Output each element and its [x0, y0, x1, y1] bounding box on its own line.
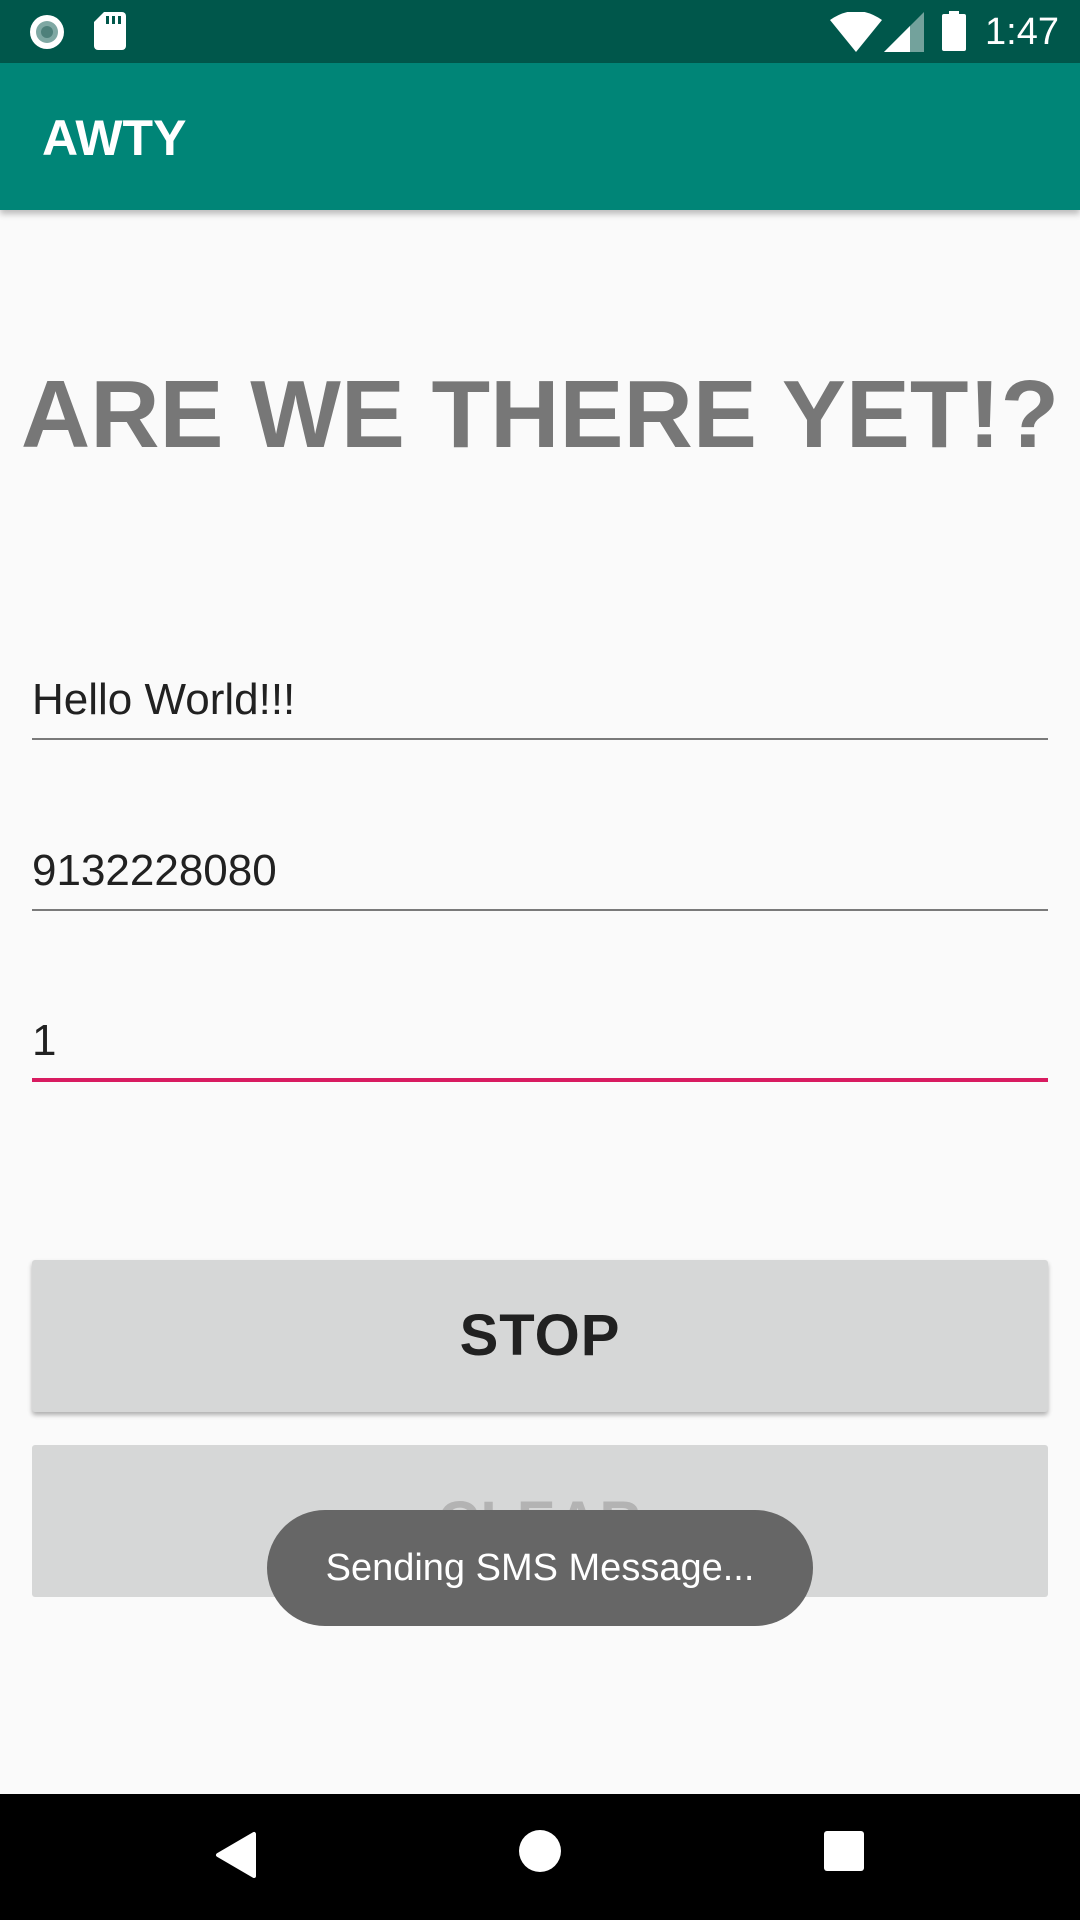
navigation-bar	[0, 1794, 1080, 1920]
message-input-underline	[32, 738, 1048, 740]
minutes-input-underline	[32, 1078, 1048, 1082]
status-bar: 1:47	[0, 0, 1080, 63]
record-icon	[30, 15, 64, 49]
app-bar: AWTY	[0, 63, 1080, 210]
cell-signal-icon	[884, 12, 924, 52]
recents-icon[interactable]	[824, 1831, 864, 1871]
phone-number-input[interactable]: 9132228080	[32, 831, 1048, 911]
battery-icon	[942, 11, 966, 51]
minutes-input-value[interactable]: 1	[32, 1013, 56, 1069]
minutes-input[interactable]: 1	[32, 1001, 1048, 1082]
home-icon[interactable]	[518, 1829, 562, 1873]
wifi-icon	[830, 12, 882, 52]
page-heading: ARE WE THERE YET!?	[20, 361, 1060, 468]
sd-card-icon	[94, 12, 126, 50]
message-input-value[interactable]: Hello World!!!	[32, 672, 295, 728]
message-input[interactable]: Hello World!!!	[32, 660, 1048, 740]
toast-message: Sending SMS Message...	[267, 1510, 813, 1626]
back-icon[interactable]	[214, 1830, 258, 1880]
stop-button[interactable]: STOP	[32, 1260, 1048, 1412]
app-title: AWTY	[42, 110, 187, 166]
phone-number-input-value[interactable]: 9132228080	[32, 843, 277, 899]
phone-number-input-underline	[32, 909, 1048, 911]
status-time: 1:47	[985, 11, 1059, 53]
screen: 1:47 AWTY ARE WE THERE YET!? Hello World…	[0, 0, 1080, 1920]
